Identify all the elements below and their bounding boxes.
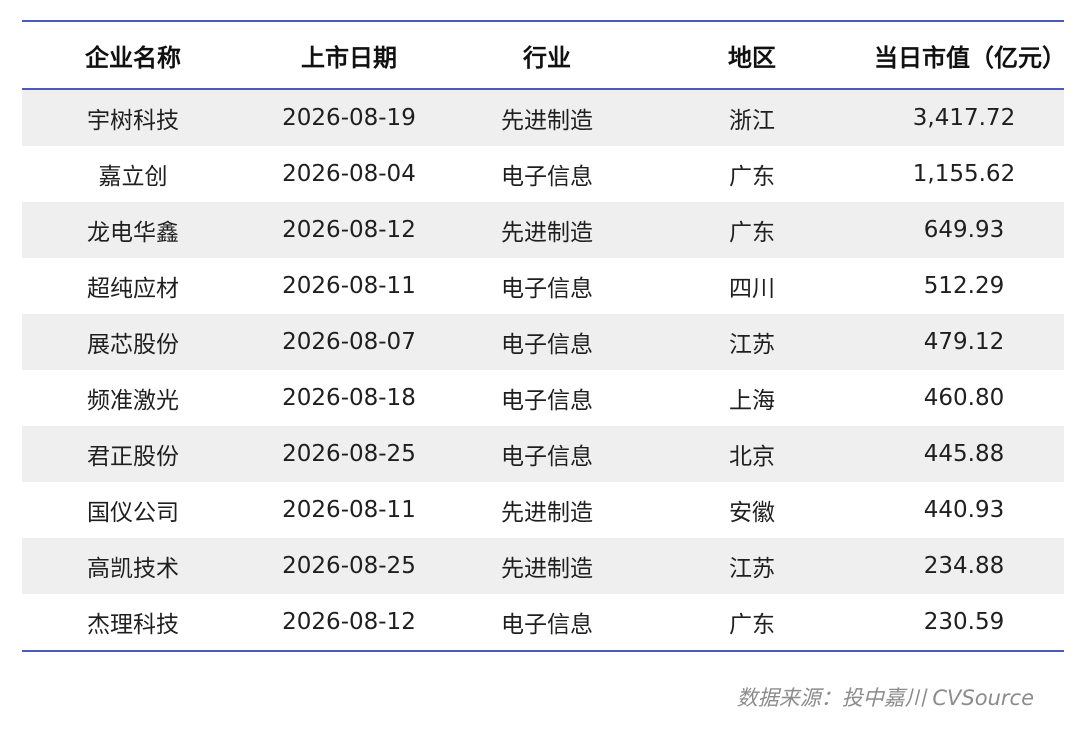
- cell-market-cap: 460.80: [923, 385, 1005, 411]
- cell-company-name: 展芯股份: [87, 332, 179, 358]
- cell-region: 江苏: [729, 332, 775, 358]
- cell-region: 广东: [729, 164, 775, 190]
- cell-market-cap: 445.88: [923, 441, 1005, 467]
- cell-industry: 电子信息: [501, 388, 593, 414]
- cell-listing-date: 2026-08-25: [282, 441, 416, 467]
- header-market-cap: 当日市值（亿元）: [874, 43, 1066, 72]
- header-industry: 行业: [523, 43, 571, 72]
- table-row: 国仪公司 2026-08-11 先进制造 安徽 440.93: [22, 482, 1064, 538]
- cell-company-name: 国仪公司: [87, 500, 179, 526]
- cell-company-name: 宇树科技: [87, 108, 179, 134]
- data-source-note: 数据来源：投中嘉川 CVSource: [736, 686, 1034, 710]
- cell-company-name: 君正股份: [87, 444, 179, 470]
- table-row: 高凯技术 2026-08-25 先进制造 江苏 234.88: [22, 538, 1064, 594]
- cell-market-cap: 440.93: [923, 497, 1005, 523]
- cell-industry: 电子信息: [501, 612, 593, 638]
- cell-industry: 先进制造: [501, 220, 593, 246]
- cell-industry: 电子信息: [501, 276, 593, 302]
- market-cap-table: 企业名称 上市日期 行业 地区 当日市值（亿元） 宇树科技 2026-08-19 先…: [22, 20, 1066, 652]
- table-header-row: 企业名称 上市日期 行业 地区 当日市值（亿元）: [22, 22, 1066, 88]
- cell-listing-date: 2026-08-04: [282, 161, 416, 187]
- header-region: 地区: [728, 43, 776, 72]
- cell-industry: 电子信息: [501, 444, 593, 470]
- table-row: 超纯应材 2026-08-11 电子信息 四川 512.29: [22, 258, 1064, 314]
- table-row: 宇树科技 2026-08-19 先进制造 浙江 3,417.72: [22, 90, 1064, 146]
- cell-region: 广东: [729, 612, 775, 638]
- table-row: 杰理科技 2026-08-12 电子信息 广东 230.59: [22, 594, 1064, 650]
- cell-industry: 先进制造: [501, 556, 593, 582]
- cell-listing-date: 2026-08-11: [282, 273, 416, 299]
- cell-listing-date: 2026-08-19: [282, 105, 416, 131]
- cell-market-cap: 649.93: [923, 217, 1005, 243]
- cell-company-name: 超纯应材: [87, 276, 179, 302]
- cell-market-cap: 3,417.72: [912, 105, 1016, 131]
- table-row: 嘉立创 2026-08-04 电子信息 广东 1,155.62: [22, 146, 1064, 202]
- cell-market-cap: 234.88: [923, 553, 1005, 579]
- table-row: 龙电华鑫 2026-08-12 先进制造 广东 649.93: [22, 202, 1064, 258]
- header-listing-date: 上市日期: [301, 43, 397, 72]
- table-bottom-rule: [22, 650, 1064, 652]
- cell-company-name: 高凯技术: [87, 556, 179, 582]
- cell-company-name: 杰理科技: [87, 612, 179, 638]
- cell-region: 广东: [729, 220, 775, 246]
- cell-region: 江苏: [729, 556, 775, 582]
- table-row: 展芯股份 2026-08-07 电子信息 江苏 479.12: [22, 314, 1064, 370]
- cell-market-cap: 1,155.62: [912, 161, 1016, 187]
- cell-listing-date: 2026-08-12: [282, 217, 416, 243]
- cell-region: 四川: [729, 276, 775, 302]
- cell-region: 北京: [729, 444, 775, 470]
- cell-listing-date: 2026-08-07: [282, 329, 416, 355]
- cell-listing-date: 2026-08-25: [282, 553, 416, 579]
- cell-region: 上海: [729, 388, 775, 414]
- cell-region: 安徽: [729, 500, 775, 526]
- cell-market-cap: 230.59: [923, 609, 1005, 635]
- header-company-name: 企业名称: [85, 43, 181, 72]
- table-body: 宇树科技 2026-08-19 先进制造 浙江 3,417.72 嘉立创 2026-08-0…: [22, 90, 1064, 650]
- cell-industry: 电子信息: [501, 332, 593, 358]
- cell-market-cap: 512.29: [923, 273, 1005, 299]
- cell-company-name: 嘉立创: [98, 164, 168, 190]
- cell-listing-date: 2026-08-12: [282, 609, 416, 635]
- table-row: 频准激光 2026-08-18 电子信息 上海 460.80: [22, 370, 1064, 426]
- cell-region: 浙江: [729, 108, 775, 134]
- cell-company-name: 龙电华鑫: [87, 220, 179, 246]
- cell-industry: 电子信息: [501, 164, 593, 190]
- cell-company-name: 频准激光: [87, 388, 179, 414]
- cell-industry: 先进制造: [501, 108, 593, 134]
- cell-industry: 先进制造: [501, 500, 593, 526]
- table-row: 君正股份 2026-08-25 电子信息 北京 445.88: [22, 426, 1064, 482]
- cell-market-cap: 479.12: [923, 329, 1005, 355]
- cell-listing-date: 2026-08-11: [282, 497, 416, 523]
- cell-listing-date: 2026-08-18: [282, 385, 416, 411]
